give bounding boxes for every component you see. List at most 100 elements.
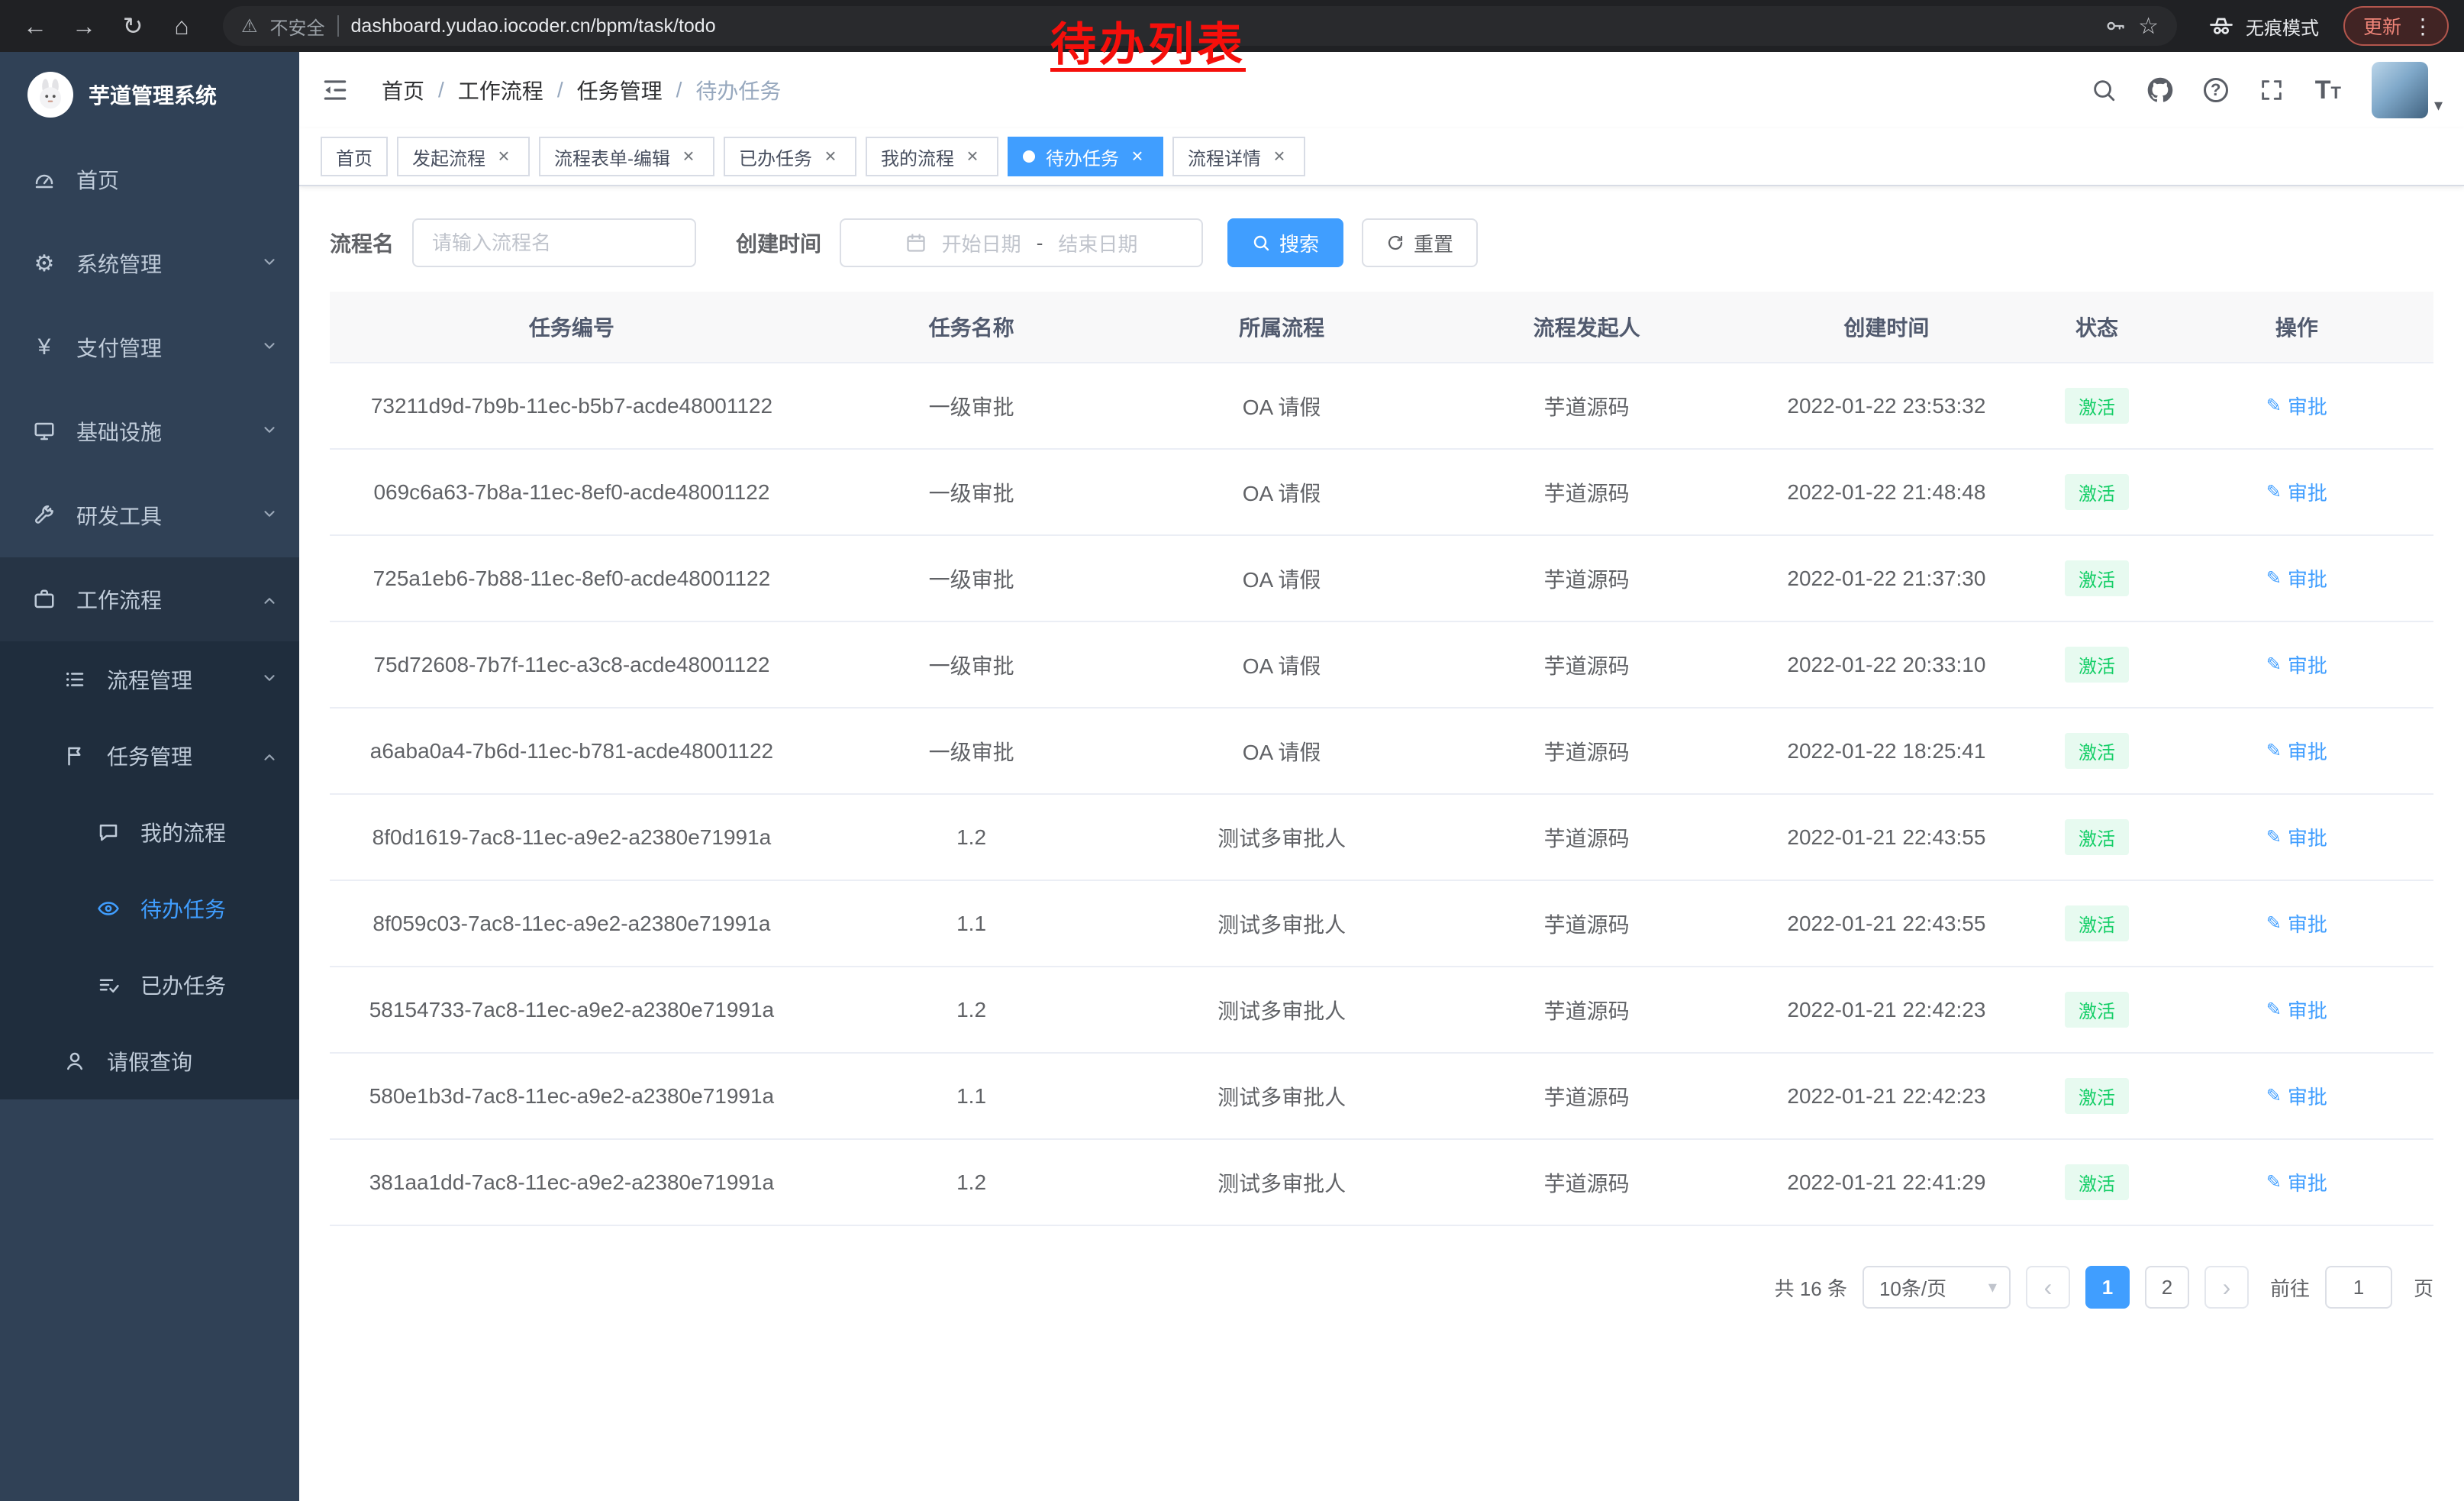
date-range-picker[interactable]: 开始日期 - 结束日期 (840, 218, 1203, 267)
table-row: 58154733-7ac8-11ec-a9e2-a2380e71991a 1.2… (330, 967, 2433, 1053)
search-icon[interactable] (2091, 77, 2117, 103)
sidebar-item-task-mgmt[interactable]: 任务管理 (0, 718, 299, 794)
process-name-label: 流程名 (330, 228, 394, 258)
approve-link[interactable]: ✎审批 (2266, 737, 2327, 765)
sidebar: 芋道管理系统 首页 ⚙ 系统管理 ¥ 支付管理 基础设施 (0, 52, 299, 1501)
approve-link[interactable]: ✎审批 (2266, 1168, 2327, 1196)
page-button-2[interactable]: 2 (2145, 1266, 2189, 1309)
breadcrumb-item[interactable]: 任务管理 (577, 75, 663, 105)
flag-icon (61, 744, 89, 767)
goto-page-input[interactable] (2325, 1266, 2392, 1309)
approve-link[interactable]: ✎审批 (2266, 478, 2327, 506)
fullscreen-icon[interactable] (2259, 77, 2285, 103)
approve-link[interactable]: ✎审批 (2266, 650, 2327, 679)
close-icon[interactable]: × (820, 146, 841, 167)
page-size-select[interactable]: 10条/页 ▾ (1863, 1266, 2011, 1309)
sidebar-item-devtools[interactable]: 研发工具 (0, 473, 299, 557)
monitor-icon (31, 420, 58, 443)
bookmark-star-icon[interactable]: ☆ (2138, 13, 2159, 40)
tab-my-process[interactable]: 我的流程 × (866, 137, 998, 176)
wrench-icon (31, 504, 58, 527)
sidebar-item-label: 请假查询 (107, 1046, 192, 1077)
sidebar-item-process-mgmt[interactable]: 流程管理 (0, 641, 299, 718)
active-dot (1023, 150, 1035, 163)
approve-link[interactable]: ✎审批 (2266, 1082, 2327, 1110)
breadcrumb-current: 待办任务 (695, 75, 781, 105)
approve-link[interactable]: ✎审批 (2266, 996, 2327, 1024)
sidebar-item-infra[interactable]: 基础设施 (0, 389, 299, 473)
approve-link[interactable]: ✎审批 (2266, 564, 2327, 592)
update-button[interactable]: 更新 ⋮ (2343, 6, 2449, 46)
total-count: 共 16 条 (1775, 1273, 1847, 1302)
chevron-down-icon (261, 419, 278, 444)
tab-start-process[interactable]: 发起流程 × (397, 137, 530, 176)
back-icon[interactable]: ← (15, 6, 55, 46)
close-icon[interactable]: × (678, 146, 699, 167)
reload-icon[interactable]: ↻ (113, 6, 153, 46)
tab-home[interactable]: 首页 (321, 137, 388, 176)
status-badge: 激活 (2065, 819, 2129, 855)
tab-label: 我的流程 (881, 144, 954, 170)
close-icon[interactable]: × (493, 146, 514, 167)
sidebar-item-my-process[interactable]: 我的流程 (0, 794, 299, 870)
approve-link[interactable]: ✎审批 (2266, 823, 2327, 851)
tab-label: 发起流程 (412, 144, 485, 170)
approve-link[interactable]: ✎审批 (2266, 392, 2327, 420)
incognito-icon (2208, 12, 2235, 40)
col-task-name: 任务名称 (814, 292, 1129, 363)
breadcrumb-item[interactable]: 工作流程 (458, 75, 543, 105)
close-icon[interactable]: × (1269, 146, 1290, 167)
home-icon[interactable]: ⌂ (162, 6, 202, 46)
sidebar-item-label: 我的流程 (140, 817, 226, 847)
search-button[interactable]: 搜索 (1227, 218, 1343, 267)
omnibox-divider (337, 15, 339, 37)
dashboard-icon (31, 168, 58, 191)
sidebar-item-label: 任务管理 (107, 741, 192, 771)
close-icon[interactable]: × (1127, 146, 1148, 167)
sidebar-item-workflow[interactable]: 工作流程 (0, 557, 299, 641)
sidebar-item-todo-tasks[interactable]: 待办任务 (0, 870, 299, 947)
sidebar-item-home[interactable]: 首页 (0, 137, 299, 221)
date-separator: - (1037, 231, 1043, 255)
reset-button[interactable]: 重置 (1362, 218, 1478, 267)
forward-icon[interactable]: → (64, 6, 104, 46)
app-title: 芋道管理系统 (89, 79, 217, 110)
user-menu[interactable]: ▾ (2372, 62, 2443, 118)
font-size-icon[interactable]: TT (2315, 77, 2341, 103)
sidebar-item-done-tasks[interactable]: 已办任务 (0, 947, 299, 1023)
chevron-down-icon (261, 667, 278, 692)
page-button-1[interactable]: 1 (2085, 1266, 2130, 1309)
sidebar-item-payment[interactable]: ¥ 支付管理 (0, 305, 299, 389)
app-header: 首页 / 工作流程 / 任务管理 / 待办任务 ? TT ▾ (299, 52, 2464, 128)
close-icon[interactable]: × (962, 146, 983, 167)
github-icon[interactable] (2147, 77, 2173, 103)
help-icon[interactable]: ? (2204, 78, 2228, 102)
key-icon[interactable] (2104, 15, 2126, 37)
sidebar-item-label: 已办任务 (140, 970, 226, 1000)
tab-form-edit[interactable]: 流程表单-编辑 × (539, 137, 714, 176)
tab-done-tasks[interactable]: 已办任务 × (724, 137, 856, 176)
tab-label: 流程详情 (1188, 144, 1261, 170)
sidebar-item-leave-query[interactable]: 请假查询 (0, 1023, 299, 1099)
end-date-placeholder: 结束日期 (1058, 229, 1137, 257)
avatar[interactable] (2372, 62, 2428, 118)
process-name-input[interactable] (412, 218, 696, 267)
menu-dots-icon[interactable]: ⋮ (2412, 14, 2433, 39)
approve-link[interactable]: ✎审批 (2266, 909, 2327, 938)
chevron-down-icon (261, 335, 278, 360)
security-label: 不安全 (270, 13, 325, 40)
collapse-sidebar-icon[interactable] (321, 76, 366, 105)
app-logo: 芋道管理系统 (0, 52, 299, 137)
table-row: 8f0d1619-7ac8-11ec-a9e2-a2380e71991a 1.2… (330, 794, 2433, 880)
status-badge: 激活 (2065, 1164, 2129, 1200)
prev-page-button[interactable]: ‹ (2026, 1266, 2070, 1309)
url-text: dashboard.yudao.iocoder.cn/bpm/task/todo (351, 15, 716, 37)
status-badge: 激活 (2065, 733, 2129, 769)
tab-label: 流程表单-编辑 (554, 144, 670, 170)
breadcrumb-item[interactable]: 首页 (382, 75, 424, 105)
tab-todo-tasks[interactable]: 待办任务 × (1008, 137, 1163, 176)
tab-process-detail[interactable]: 流程详情 × (1172, 137, 1305, 176)
next-page-button[interactable]: › (2204, 1266, 2249, 1309)
tab-label: 首页 (336, 144, 373, 170)
sidebar-item-system[interactable]: ⚙ 系统管理 (0, 221, 299, 305)
